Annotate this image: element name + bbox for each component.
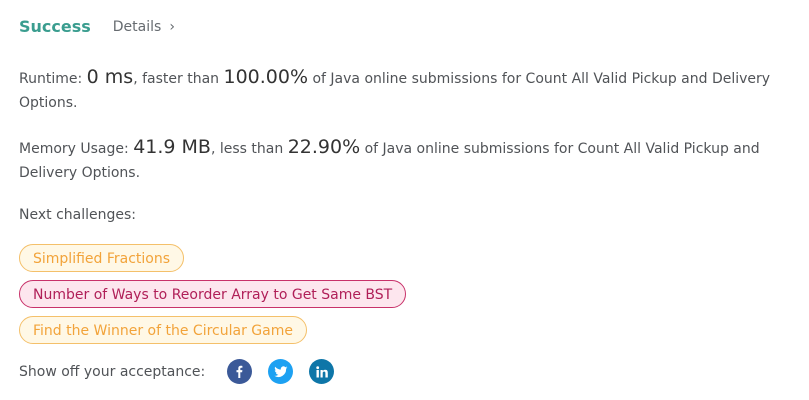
details-label[interactable]: Details — [113, 19, 162, 35]
share-label: Show off your acceptance: — [19, 363, 206, 380]
details-link[interactable]: Details › — [113, 19, 175, 35]
memory-comparison: , less than — [210, 141, 288, 157]
runtime-value: 0 ms — [86, 66, 134, 88]
challenge-simplified-fractions[interactable]: Simplified Fractions — [19, 244, 185, 272]
facebook-icon[interactable] — [227, 359, 252, 384]
memory-value: 41.9 MB — [133, 136, 211, 158]
memory-stat: Memory Usage: 41.9 MB, less than 22.90% … — [19, 135, 807, 185]
share-row: Show off your acceptance: — [19, 359, 350, 384]
challenge-winner-circular-game[interactable]: Find the Winner of the Circular Game — [19, 316, 307, 344]
linkedin-glyph — [315, 365, 328, 377]
status-title: Success — [19, 17, 91, 36]
runtime-percent: 100.00% — [223, 66, 309, 88]
runtime-stat: Runtime: 0 ms, faster than 100.00% of Ja… — [19, 65, 807, 115]
linkedin-icon[interactable] — [309, 359, 334, 384]
memory-percent: 22.90% — [287, 136, 361, 158]
twitter-glyph — [273, 365, 287, 377]
memory-label: Memory Usage: — [19, 141, 134, 157]
runtime-label: Runtime: — [19, 71, 87, 87]
twitter-icon[interactable] — [268, 359, 293, 384]
result-header: Success Details › — [19, 17, 175, 36]
next-challenges-label: Next challenges: — [19, 207, 136, 223]
runtime-comparison: , faster than — [133, 71, 224, 87]
challenge-reorder-array-bst[interactable]: Number of Ways to Reorder Array to Get S… — [19, 280, 407, 308]
facebook-glyph — [236, 365, 243, 378]
chevron-right-icon[interactable]: › — [169, 19, 175, 35]
